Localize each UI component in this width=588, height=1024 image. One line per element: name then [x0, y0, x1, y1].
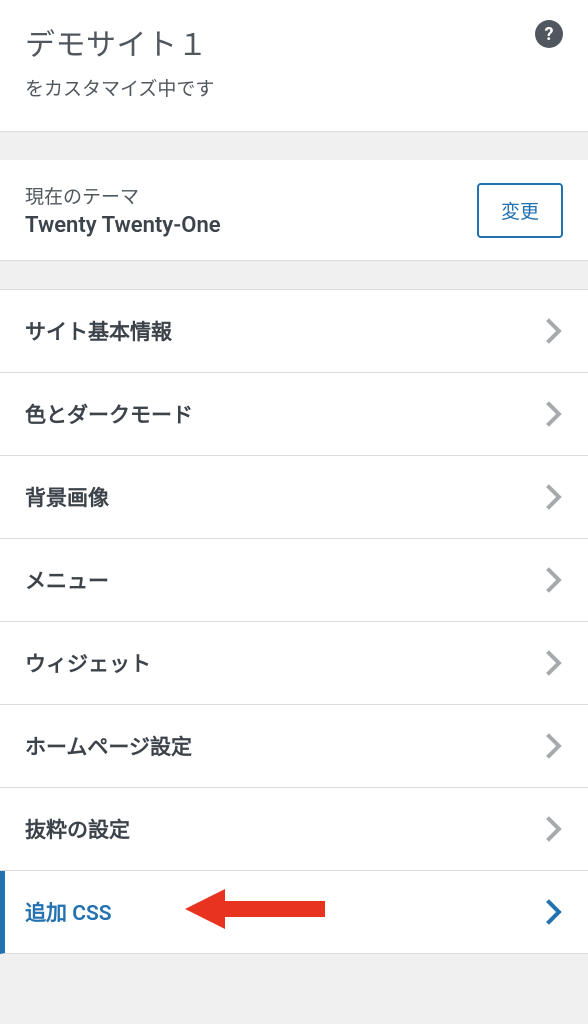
chevron-right-icon: [545, 401, 563, 427]
help-icon[interactable]: ?: [535, 20, 563, 48]
chevron-right-icon: [545, 318, 563, 344]
menu-item-label: メニュー: [25, 565, 109, 595]
chevron-right-icon: [545, 899, 563, 925]
menu-item-homepage-settings[interactable]: ホームページ設定: [0, 705, 588, 788]
menu-item-site-identity[interactable]: サイト基本情報: [0, 289, 588, 373]
header-top-row: デモサイト１ ?: [25, 20, 563, 64]
change-theme-button[interactable]: 変更: [477, 183, 563, 238]
menu-item-label: ウィジェット: [25, 648, 151, 678]
arrow-annotation-icon: [185, 884, 325, 940]
menu-item-label: サイト基本情報: [25, 316, 172, 346]
site-title: デモサイト１: [25, 20, 208, 64]
chevron-right-icon: [545, 484, 563, 510]
theme-label: 現在のテーマ: [25, 182, 221, 209]
customizer-menu-list: サイト基本情報 色とダークモード 背景画像 メニュー ウィジェット ホームページ…: [0, 289, 588, 954]
menu-item-colors-dark-mode[interactable]: 色とダークモード: [0, 373, 588, 456]
menu-item-additional-css[interactable]: 追加 CSS: [0, 871, 588, 954]
chevron-right-icon: [545, 567, 563, 593]
menu-item-label: 背景画像: [25, 482, 109, 512]
chevron-right-icon: [545, 650, 563, 676]
menu-item-label: 抜粋の設定: [25, 814, 130, 844]
menu-item-label: 色とダークモード: [25, 399, 193, 429]
customizer-header: デモサイト１ ? をカスタマイズ中です: [0, 0, 588, 132]
theme-info: 現在のテーマ Twenty Twenty-One: [25, 182, 221, 238]
menu-item-menus[interactable]: メニュー: [0, 539, 588, 622]
menu-item-label: ホームページ設定: [25, 731, 192, 761]
menu-item-label: 追加 CSS: [25, 897, 112, 927]
chevron-right-icon: [545, 816, 563, 842]
current-theme-section: 現在のテーマ Twenty Twenty-One 変更: [0, 160, 588, 261]
spacer: [0, 132, 588, 160]
menu-item-excerpt-settings[interactable]: 抜粋の設定: [0, 788, 588, 871]
theme-name: Twenty Twenty-One: [25, 213, 221, 238]
chevron-right-icon: [545, 733, 563, 759]
customizer-subtitle: をカスタマイズ中です: [25, 74, 563, 101]
menu-item-background-image[interactable]: 背景画像: [0, 456, 588, 539]
menu-item-widgets[interactable]: ウィジェット: [0, 622, 588, 705]
